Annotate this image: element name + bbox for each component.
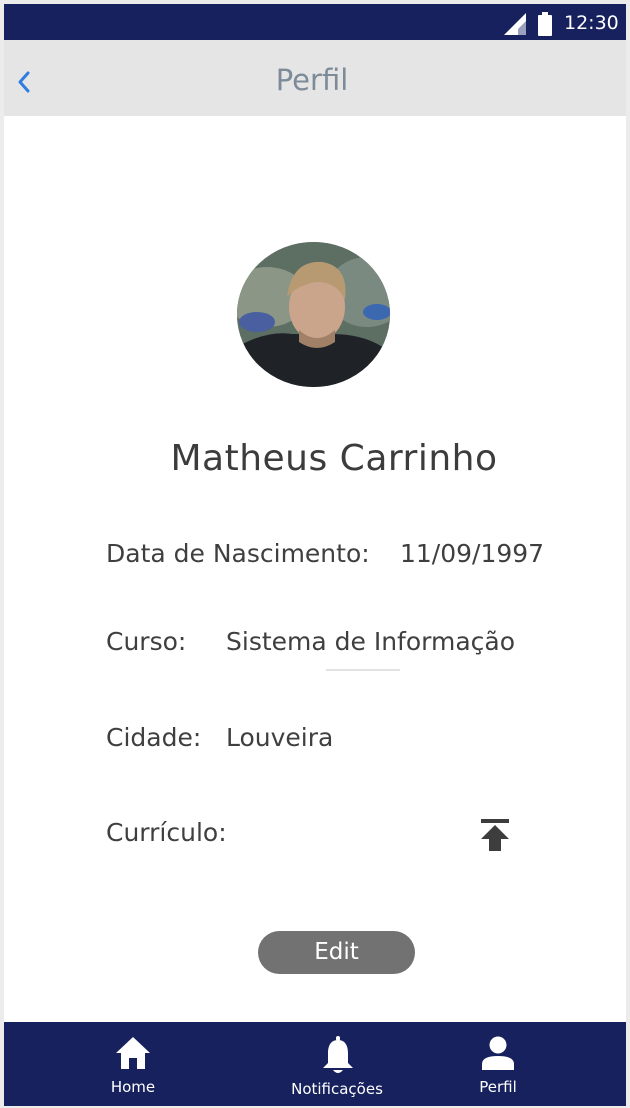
avatar <box>237 242 390 387</box>
nav-notifications[interactable]: Notificações <box>284 1022 390 1106</box>
bottom-nav: Home Notificações Perfil <box>4 1022 626 1106</box>
upload-icon <box>481 819 509 851</box>
course-value: Sistema de Informação <box>226 627 516 656</box>
home-icon <box>116 1037 150 1069</box>
avatar-photo <box>237 242 390 387</box>
nav-profile-label: Perfil <box>479 1078 517 1096</box>
nav-home-label: Home <box>110 1078 156 1096</box>
nav-profile[interactable]: Perfil <box>470 1022 526 1106</box>
battery-icon <box>538 12 552 36</box>
birth-date-label: Data de Nascimento: <box>106 539 370 568</box>
nav-home[interactable]: Home <box>98 1022 168 1106</box>
cv-upload-button[interactable] <box>480 818 510 852</box>
cv-label: Currículo: <box>106 818 227 847</box>
status-time: 12:30 <box>564 12 619 34</box>
bell-icon <box>323 1036 353 1073</box>
profile-name: Matheus Carrinho <box>170 438 498 479</box>
page-title: Perfil <box>275 63 349 97</box>
city-value: Louveira <box>226 723 334 752</box>
person-icon <box>482 1036 514 1070</box>
city-label: Cidade: <box>106 723 202 752</box>
signal-icon <box>504 13 526 35</box>
nav-notifications-label: Notificações <box>291 1080 383 1098</box>
screen: 12:30 Perfil Matheus Carrinho Data de Na… <box>4 4 626 1106</box>
course-divider <box>326 669 400 671</box>
course-label: Curso: <box>106 627 187 656</box>
birth-date-value: 11/09/1997 <box>400 539 545 568</box>
status-bar: 12:30 <box>4 4 626 40</box>
app-bar: Perfil <box>4 40 626 116</box>
edit-button[interactable]: Edit <box>258 931 415 974</box>
